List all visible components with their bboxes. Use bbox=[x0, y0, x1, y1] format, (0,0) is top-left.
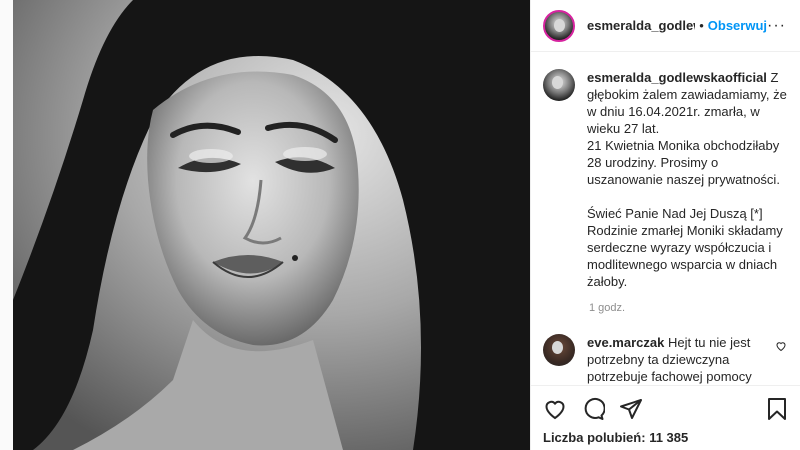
heart-icon[interactable] bbox=[543, 397, 567, 421]
left-gutter bbox=[0, 0, 13, 450]
likes-number: 11 385 bbox=[649, 430, 689, 445]
caption-avatar[interactable] bbox=[543, 69, 575, 101]
caption-body: Z głębokim żalem zawiadamiamy, że w dniu… bbox=[587, 70, 787, 289]
comments-section[interactable]: esmeralda_godlewskaofficial Z głębokim ż… bbox=[531, 53, 800, 385]
comment-item: eve.marczak Hejt tu nie jest potrzebny t… bbox=[543, 334, 787, 385]
post-timestamp[interactable]: 1 godz. bbox=[589, 302, 787, 314]
post-side-panel: esmeralda_godlewskac • Obserwuj ··· esme… bbox=[530, 0, 800, 450]
post-header: esmeralda_godlewskac • Obserwuj ··· bbox=[531, 0, 800, 52]
caption-text: esmeralda_godlewskaofficial Z głębokim ż… bbox=[587, 69, 787, 290]
comment-icon[interactable] bbox=[581, 397, 605, 421]
comment-like-heart-icon[interactable] bbox=[775, 340, 787, 352]
comment-text: eve.marczak Hejt tu nie jest potrzebny t… bbox=[587, 334, 777, 385]
action-icons bbox=[543, 394, 789, 424]
commenter-username[interactable]: eve.marczak bbox=[587, 335, 664, 350]
bookmark-icon[interactable] bbox=[765, 397, 789, 421]
more-options-icon[interactable]: ··· bbox=[767, 17, 788, 35]
post-actions: Liczba polubień: 11 385 bbox=[531, 385, 800, 450]
commenter-avatar[interactable] bbox=[543, 334, 575, 366]
portrait-image bbox=[13, 0, 530, 450]
header-separator: • bbox=[699, 18, 704, 33]
likes-label: Liczba polubień: bbox=[543, 430, 646, 445]
caption-username[interactable]: esmeralda_godlewskaofficial bbox=[587, 70, 767, 85]
author-avatar[interactable] bbox=[543, 9, 575, 42]
post-caption: esmeralda_godlewskaofficial Z głębokim ż… bbox=[543, 69, 787, 290]
share-icon[interactable] bbox=[619, 397, 643, 421]
post-photo[interactable] bbox=[13, 0, 530, 450]
follow-button[interactable]: Obserwuj bbox=[708, 18, 767, 33]
likes-count[interactable]: Liczba polubień: 11 385 bbox=[543, 430, 789, 445]
author-username[interactable]: esmeralda_godlewskac bbox=[587, 18, 695, 33]
